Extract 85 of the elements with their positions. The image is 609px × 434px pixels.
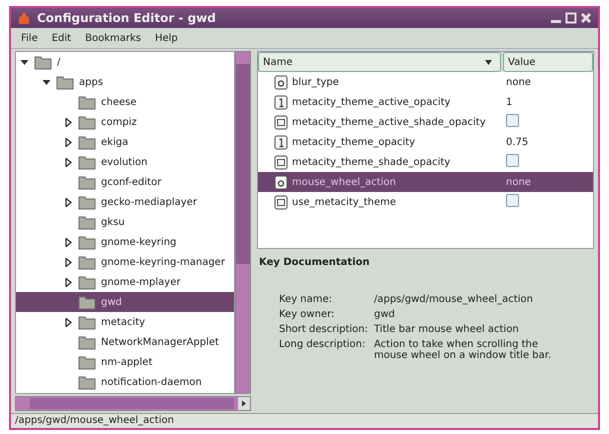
folder-icon bbox=[78, 154, 96, 170]
folder-icon bbox=[78, 334, 96, 350]
tree-item[interactable]: gnome-mplayer bbox=[16, 272, 234, 292]
folder-icon bbox=[78, 314, 96, 330]
folder-icon bbox=[78, 374, 96, 390]
field-label: Short description: bbox=[279, 324, 368, 335]
app-icon bbox=[17, 11, 31, 25]
tree-item[interactable]: gecko-mediaplayer bbox=[16, 192, 234, 212]
expander-icon[interactable] bbox=[42, 78, 51, 86]
key-row[interactable]: metacity_theme_active_shade_opacity bbox=[258, 112, 593, 132]
key-type-icon bbox=[274, 74, 288, 90]
folder-icon bbox=[78, 254, 96, 270]
key-row[interactable]: metacity_theme_active_opacity 1 bbox=[258, 92, 593, 112]
key-row[interactable]: mouse_wheel_action none bbox=[258, 172, 593, 192]
expander-icon[interactable] bbox=[20, 58, 29, 66]
tree-item[interactable]: notification-daemon bbox=[16, 372, 234, 392]
section-heading: Key Documentation bbox=[259, 257, 371, 268]
tree-item[interactable]: ekiga bbox=[16, 132, 234, 152]
sort-icon bbox=[485, 60, 492, 64]
key-row[interactable]: metacity_theme_shade_opacity bbox=[258, 152, 593, 172]
expander-icon[interactable] bbox=[64, 318, 73, 326]
tree-item[interactable]: gwd bbox=[16, 292, 234, 312]
field-label: Key owner: bbox=[279, 309, 336, 320]
key-row[interactable]: blur_type none bbox=[258, 72, 593, 92]
tree-item[interactable]: apps bbox=[16, 72, 234, 92]
menu-item[interactable]: Bookmarks bbox=[85, 32, 141, 44]
horizontal-scrollbar[interactable] bbox=[15, 396, 251, 411]
tree-item[interactable]: evolution bbox=[16, 152, 234, 172]
key-type-icon bbox=[274, 114, 288, 130]
maximize-icon[interactable] bbox=[565, 12, 577, 24]
field-value: Action to take when scrolling the mouse wheel on a window title bar. bbox=[374, 339, 552, 361]
field-value: gwd bbox=[374, 309, 396, 320]
checkbox[interactable] bbox=[506, 114, 519, 127]
folder-icon bbox=[78, 174, 96, 190]
vertical-scrollbar[interactable] bbox=[235, 51, 251, 394]
folder-icon bbox=[78, 134, 96, 150]
tree-item[interactable]: compiz bbox=[16, 112, 234, 132]
key-type-icon bbox=[274, 154, 288, 170]
scroll-right-icon[interactable] bbox=[238, 397, 250, 410]
tree-item[interactable]: cheese bbox=[16, 92, 234, 112]
window-title: Configuration Editor - gwd bbox=[37, 11, 217, 25]
tree-item[interactable]: nm-applet bbox=[16, 352, 234, 372]
checkbox[interactable] bbox=[506, 154, 519, 167]
expander-icon[interactable] bbox=[64, 238, 73, 246]
key-type-icon bbox=[274, 174, 288, 190]
field-value: /apps/gwd/mouse_wheel_action bbox=[374, 294, 534, 305]
field-label: Key name: bbox=[279, 294, 334, 305]
tree-item[interactable]: / bbox=[16, 52, 234, 72]
tree-item[interactable]: gnome-keyring-manager bbox=[16, 252, 234, 272]
folder-icon bbox=[78, 214, 96, 230]
folder-icon bbox=[78, 194, 96, 210]
tree-item[interactable]: metacity bbox=[16, 312, 234, 332]
folder-icon bbox=[78, 94, 96, 110]
expander-icon[interactable] bbox=[64, 138, 73, 146]
tree-item[interactable]: NetworkManagerApplet bbox=[16, 332, 234, 352]
folder-icon bbox=[78, 114, 96, 130]
key-row[interactable]: metacity_theme_opacity 0.75 bbox=[258, 132, 593, 152]
field-value: Title bar mouse wheel action bbox=[374, 324, 520, 335]
folder-icon bbox=[78, 354, 96, 370]
expander-icon[interactable] bbox=[64, 258, 73, 266]
tree-item[interactable]: gksu bbox=[16, 212, 234, 232]
column-header[interactable]: Name bbox=[258, 52, 501, 72]
folder-icon bbox=[78, 234, 96, 250]
close-icon[interactable] bbox=[580, 12, 592, 24]
folder-icon bbox=[56, 74, 74, 90]
tree-item[interactable]: gconf-editor bbox=[16, 172, 234, 192]
key-row[interactable]: use_metacity_theme bbox=[258, 192, 593, 212]
expander-icon[interactable] bbox=[64, 198, 73, 206]
expander-icon[interactable] bbox=[64, 158, 73, 166]
key-type-icon bbox=[274, 94, 288, 110]
expander-icon[interactable] bbox=[64, 118, 73, 126]
expander-icon[interactable] bbox=[64, 278, 73, 286]
tree-item[interactable]: gnome-keyring bbox=[16, 232, 234, 252]
menu-item[interactable]: Help bbox=[154, 32, 178, 44]
key-type-icon bbox=[274, 134, 288, 150]
menu-item[interactable]: File bbox=[21, 32, 38, 44]
field-label: Long description: bbox=[279, 339, 366, 352]
key-type-icon bbox=[274, 194, 288, 210]
column-header[interactable]: Value bbox=[503, 52, 593, 72]
menu-item[interactable]: Edit bbox=[52, 32, 72, 44]
folder-icon bbox=[34, 54, 52, 70]
folder-icon bbox=[78, 294, 96, 310]
status-bar: /apps/gwd/mouse_wheel_action bbox=[11, 413, 598, 428]
checkbox[interactable] bbox=[506, 194, 519, 207]
folder-icon bbox=[78, 274, 96, 290]
